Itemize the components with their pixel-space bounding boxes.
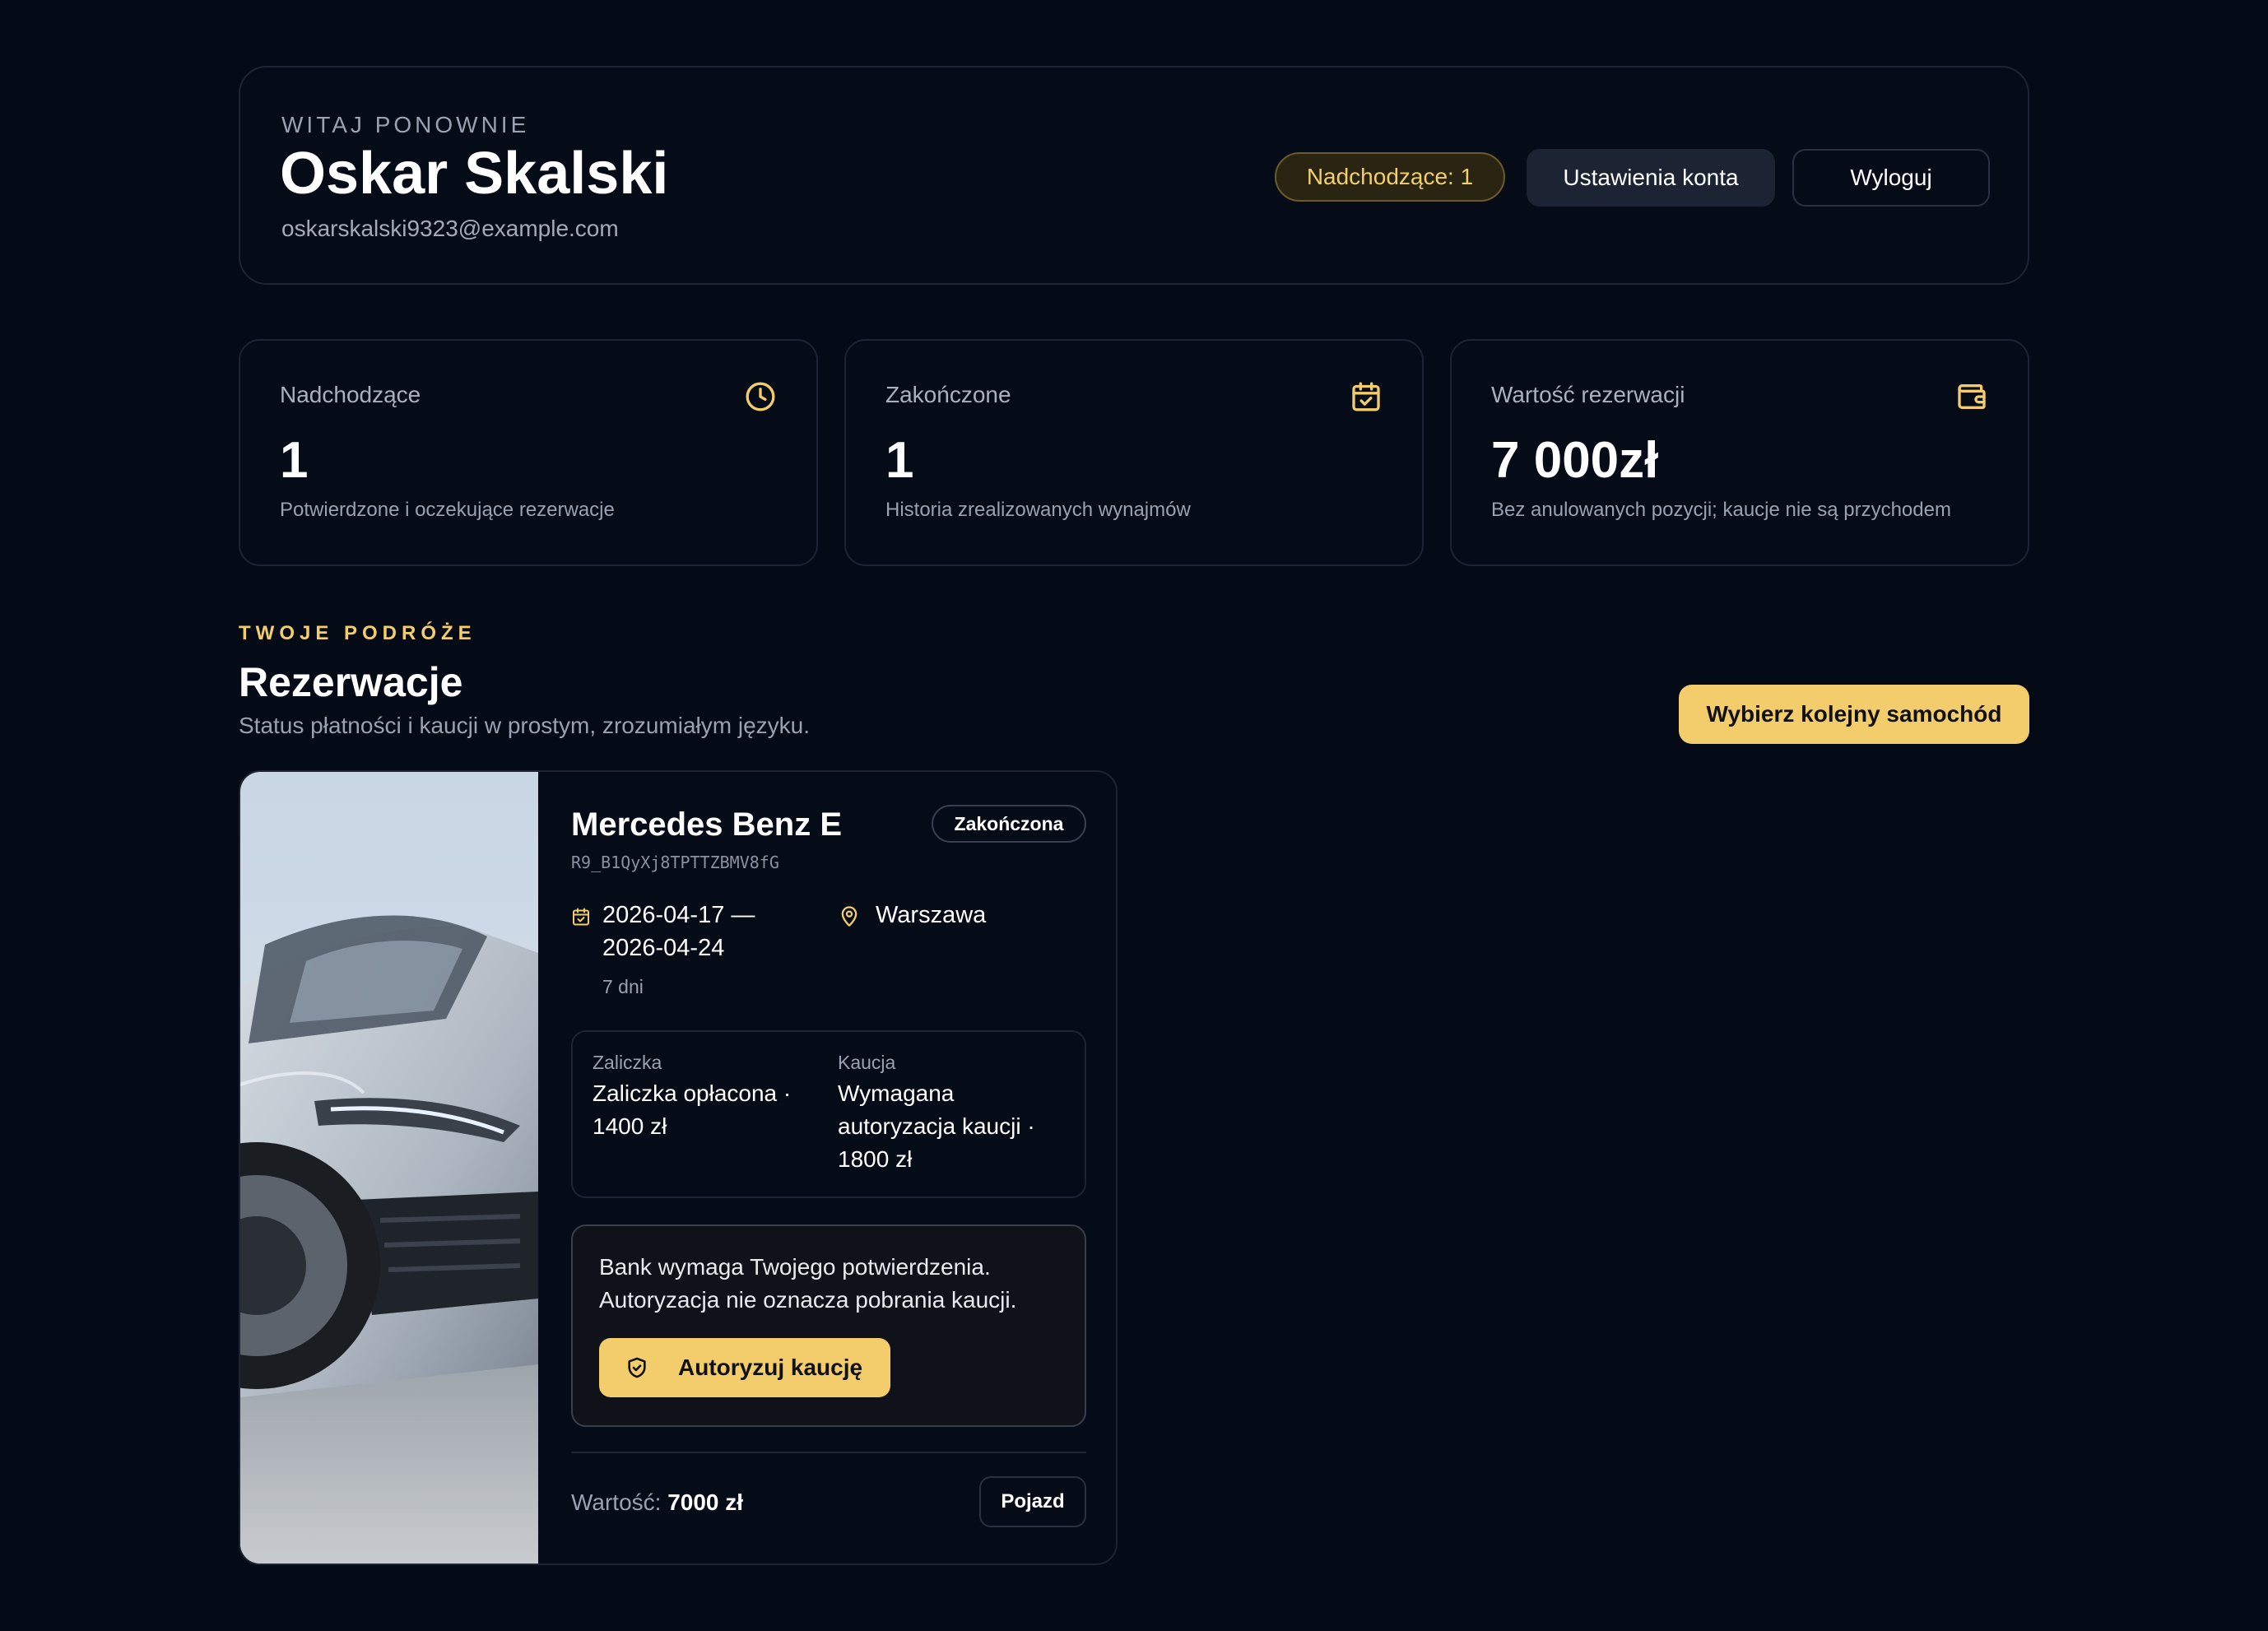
- upcoming-count-badge[interactable]: Nadchodzące: 1: [1275, 152, 1505, 202]
- divider: [571, 1452, 1086, 1453]
- user-name: Oskar Skalski: [280, 141, 669, 207]
- stat-description: Potwierdzone i oczekujące rezerwacje: [280, 499, 615, 521]
- bank-message: Bank wymaga Twojego potwierdzenia. Autor…: [599, 1254, 1017, 1313]
- car-name: Mercedes Benz E: [571, 806, 843, 843]
- booking-date-range: 2026-04-17 — 2026-04-24: [602, 902, 755, 961]
- stat-value: 7 000zł: [1491, 432, 1659, 489]
- bank-authorization-notice: Bank wymaga Twojego potwierdzenia. Autor…: [571, 1224, 1086, 1427]
- deposit-value: Zaliczka opłacona · 1400 zł: [593, 1080, 792, 1139]
- booking-status-badge: Zakończona: [932, 805, 1086, 843]
- security-deposit-label: Kaucja: [838, 1052, 896, 1073]
- profile-header-card: WITAJ PONOWNIE Oskar Skalski oskarskalsk…: [239, 66, 2029, 285]
- booking-value-amount: 7000 zł: [667, 1489, 744, 1515]
- stat-description: Historia zrealizowanych wynajmów: [885, 499, 1191, 521]
- booking-value-label: Wartość:: [571, 1489, 662, 1515]
- stat-card-booking-value: Wartość rezerwacji 7 000zł Bez anulowany…: [1450, 339, 2029, 566]
- greeting-label: WITAJ PONOWNIE: [281, 112, 530, 137]
- account-settings-button[interactable]: Ustawienia konta: [1527, 149, 1775, 207]
- section-title: Rezerwacje: [239, 659, 463, 705]
- user-email: oskarskalski9323@example.com: [281, 216, 619, 241]
- section-eyebrow: TWOJE PODRÓŻE: [239, 622, 476, 644]
- authorize-deposit-button[interactable]: Autoryzuj kaucję: [599, 1338, 890, 1397]
- deposit-column: Zaliczka Zaliczka opłacona · 1400 zł: [593, 1052, 815, 1143]
- calendar-icon: [573, 908, 589, 926]
- stat-description: Bez anulowanych pozycji; kaucje nie są p…: [1491, 499, 1951, 521]
- map-pin-icon: [841, 906, 857, 927]
- stat-card-completed: Zakończone 1 Historia zrealizowanych wyn…: [844, 339, 1424, 566]
- wallet-icon: [1958, 384, 1986, 409]
- vehicle-button[interactable]: Pojazd: [979, 1476, 1086, 1527]
- booking-duration: 7 dni: [602, 976, 644, 997]
- deposit-label: Zaliczka: [593, 1052, 662, 1073]
- logout-button[interactable]: Wyloguj: [1792, 149, 1990, 207]
- stat-label: Wartość rezerwacji: [1491, 382, 1685, 407]
- booking-location: Warszawa: [876, 902, 987, 928]
- section-subtitle: Status płatności i kaucji w prostym, zro…: [239, 713, 810, 738]
- booking-card: Mercedes Benz E R9_B1QyXj8TPTTZBMV8fG Za…: [239, 770, 1118, 1565]
- booking-code: R9_B1QyXj8TPTTZBMV8fG: [571, 853, 779, 872]
- security-deposit-value: Wymagana autoryzacja kaucji · 1800 zł: [838, 1080, 1035, 1172]
- security-deposit-column: Kaucja Wymagana autoryzacja kaucji · 180…: [838, 1052, 1068, 1176]
- stat-label: Zakończone: [885, 382, 1011, 407]
- stat-value: 1: [885, 432, 914, 489]
- stat-value: 1: [280, 432, 309, 489]
- payment-summary: Zaliczka Zaliczka opłacona · 1400 zł Kau…: [571, 1030, 1086, 1198]
- authorize-deposit-label: Autoryzuj kaucję: [678, 1355, 863, 1380]
- shield-check-icon: [628, 1357, 646, 1378]
- calendar-check-icon: [1352, 382, 1380, 411]
- booking-value: Wartość: 7000 zł: [571, 1489, 743, 1516]
- car-photo-illustration: [240, 772, 538, 1564]
- stat-card-upcoming: Nadchodzące 1 Potwierdzone i oczekujące …: [239, 339, 818, 566]
- clock-icon: [746, 382, 775, 411]
- car-photo: [240, 772, 538, 1564]
- stat-label: Nadchodzące: [280, 382, 421, 407]
- choose-another-car-button[interactable]: Wybierz kolejny samochód: [1679, 685, 2029, 744]
